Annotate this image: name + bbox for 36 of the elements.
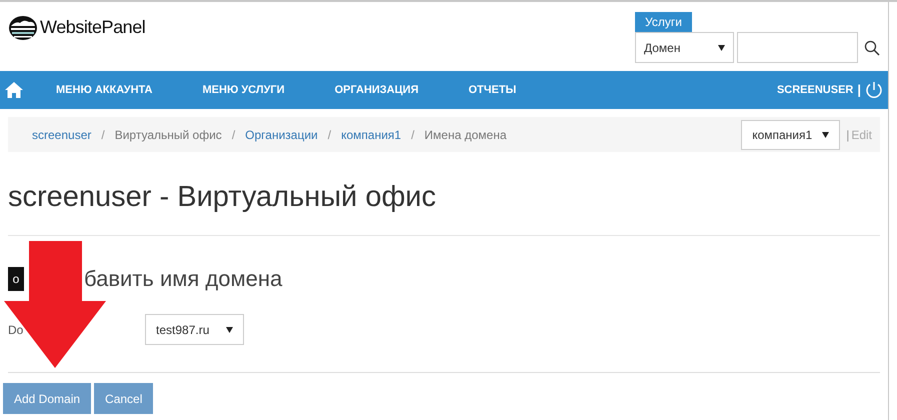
logo-text: WebsitePanel xyxy=(40,16,146,39)
power-icon[interactable] xyxy=(865,81,883,99)
nav-menu-item[interactable]: ОРГАНИЗАЦИЯ xyxy=(334,82,418,98)
breadcrumb-separator: / xyxy=(328,126,332,144)
breadcrumb-link[interactable]: Организации xyxy=(245,126,318,144)
breadcrumb-separator: / xyxy=(232,126,236,144)
nav-menu-item[interactable]: ОТЧЕТЫ xyxy=(468,82,516,98)
search-icon[interactable] xyxy=(864,40,880,56)
app-icon: o xyxy=(8,266,24,290)
breadcrumb-separator: / xyxy=(101,126,105,144)
page-title: screenuser - Виртуальный офис xyxy=(8,180,438,215)
nav-menu-item[interactable]: МЕНЮ АККАУНТА xyxy=(56,82,152,98)
home-icon[interactable] xyxy=(5,82,23,98)
separator-text: | xyxy=(846,126,850,144)
breadcrumb-separator: / xyxy=(411,126,414,144)
organization-select[interactable]: компания1 xyxy=(741,120,840,150)
edit-link[interactable]: Edit xyxy=(851,126,872,144)
logo-icon xyxy=(8,14,38,40)
search-type-select[interactable]: Домен xyxy=(635,32,734,63)
breadcrumb-link[interactable]: screenuser xyxy=(32,126,92,144)
breadcrumb-text: Имена домена xyxy=(424,126,507,144)
field-label: Do xyxy=(8,322,24,338)
section-title: бавить имя домена xyxy=(84,265,282,293)
cancel-button[interactable]: Cancel xyxy=(94,383,154,414)
username-link[interactable]: SCREENUSER xyxy=(776,82,854,98)
search-category-tab[interactable]: Услуги xyxy=(635,12,692,32)
caret-icon xyxy=(226,326,233,332)
add-domain-button[interactable]: Add Domain xyxy=(3,383,92,414)
caret-icon xyxy=(822,132,830,138)
domain-select[interactable]: test987.ru xyxy=(145,314,244,345)
nav-menu-item[interactable]: МЕНЮ УСЛУГИ xyxy=(202,82,285,98)
search-field[interactable] xyxy=(737,32,858,63)
caret-icon xyxy=(718,44,725,50)
breadcrumb-text: Виртуальный офис xyxy=(114,126,222,144)
separator-text: | xyxy=(857,81,861,100)
breadcrumb-link[interactable]: компания1 xyxy=(341,126,402,144)
